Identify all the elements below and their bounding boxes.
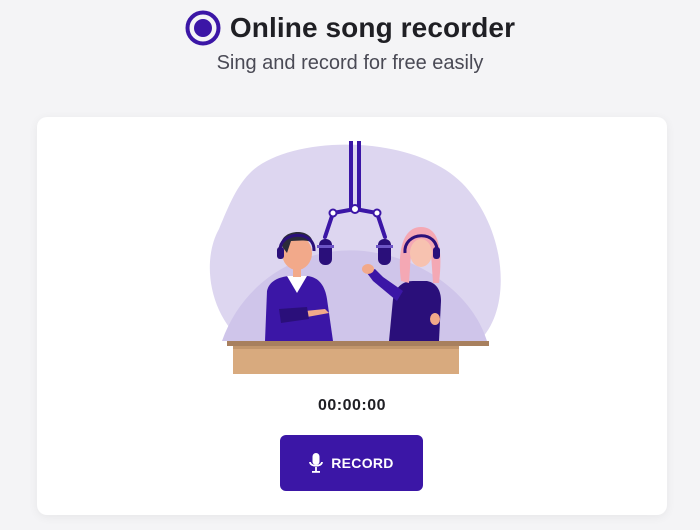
title-row: Online song recorder [0, 10, 700, 46]
podcast-studio-illustration [207, 141, 507, 379]
page-header: Online song recorder Sing and record for… [0, 0, 700, 100]
recorder-card: 00:00:00 RECORD [37, 117, 667, 515]
record-button-label: RECORD [331, 455, 394, 471]
page-title: Online song recorder [229, 12, 516, 43]
recording-timer: 00:00:00 [317, 397, 387, 414]
record-button[interactable]: RECORD [280, 435, 423, 491]
record-circle-icon [185, 10, 221, 46]
microphone-icon [309, 453, 324, 473]
page-subtitle: Sing and record for free easily [216, 52, 484, 74]
